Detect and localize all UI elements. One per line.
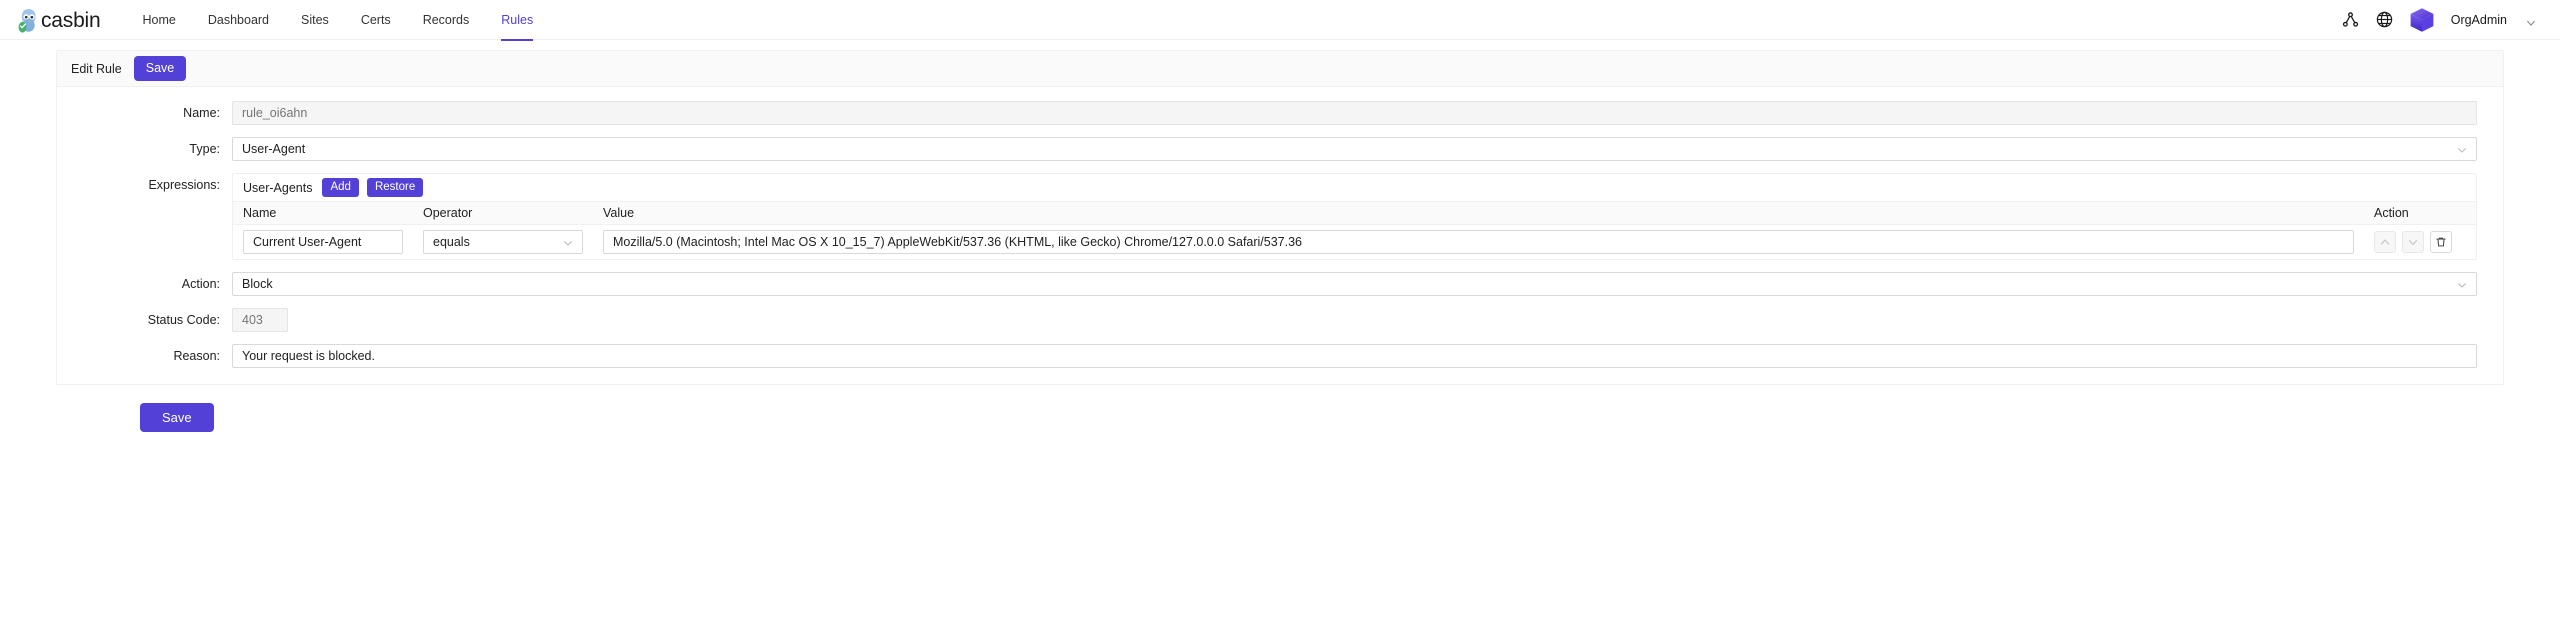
form-row-type: Type: User-Agent (57, 137, 2503, 161)
name-input[interactable] (232, 101, 2477, 125)
nav-item-dashboard[interactable]: Dashboard (192, 0, 285, 40)
brand-logo-link[interactable]: casbin (14, 0, 101, 40)
cell-action (2364, 224, 2476, 259)
card-body: Name: Type: User-Agent (57, 87, 2503, 384)
status-code-label: Status Code: (57, 308, 232, 332)
nav-item-home[interactable]: Home (127, 0, 192, 40)
expression-operator-select[interactable]: equals (423, 230, 583, 254)
add-expression-button[interactable]: Add (322, 178, 358, 198)
delete-trash-icon[interactable] (2430, 231, 2452, 253)
expression-value-input[interactable] (603, 230, 2354, 254)
chevron-down-icon (563, 237, 573, 247)
nav-item-certs[interactable]: Certs (345, 0, 407, 40)
expressions-table: Name Operator Value Action (233, 202, 2476, 259)
save-button-top[interactable]: Save (134, 56, 187, 81)
reason-input[interactable] (232, 344, 2477, 368)
form-row-action: Action: Block (57, 272, 2503, 296)
reason-label: Reason: (57, 344, 232, 368)
nav-item-rules[interactable]: Rules (485, 0, 549, 40)
card-header: Edit Rule Save (57, 51, 2503, 87)
status-code-input[interactable] (232, 308, 288, 332)
page-content: Edit Rule Save Name: Type: User-Agent (0, 40, 2560, 432)
move-down-icon[interactable] (2402, 231, 2424, 253)
action-select-value: Block (242, 277, 273, 291)
table-row: equals (233, 224, 2476, 259)
type-select-value: User-Agent (242, 142, 305, 156)
table-header-row: Name Operator Value Action (233, 202, 2476, 224)
form-row-expressions: Expressions: User-Agents Add Restore Nam… (57, 173, 2503, 260)
page-title: Edit Rule (71, 62, 122, 76)
column-header-operator: Operator (413, 202, 593, 224)
column-header-action: Action (2364, 202, 2476, 224)
expressions-panel-header: User-Agents Add Restore (233, 174, 2476, 202)
row-action-group (2374, 231, 2466, 253)
form-row-reason: Reason: (57, 344, 2503, 368)
move-up-icon[interactable] (2374, 231, 2396, 253)
restore-expressions-button[interactable]: Restore (367, 178, 423, 198)
brand-name: casbin (41, 10, 101, 31)
cell-value (593, 224, 2364, 259)
footer-actions: Save (0, 385, 2560, 432)
cell-name (233, 224, 413, 259)
casbin-owl-logo-icon (14, 7, 40, 33)
expression-name-input[interactable] (243, 230, 403, 254)
share-network-icon[interactable] (2341, 10, 2361, 30)
chevron-down-icon (2457, 144, 2467, 154)
expressions-label: Expressions: (57, 173, 232, 197)
expressions-panel-title: User-Agents (243, 181, 312, 195)
type-select[interactable]: User-Agent (232, 137, 2477, 161)
org-account-name[interactable]: OrgAdmin (2451, 13, 2507, 27)
header-actions: OrgAdmin (2341, 7, 2536, 33)
expressions-panel: User-Agents Add Restore Name Operator Va… (232, 173, 2477, 260)
action-select[interactable]: Block (232, 272, 2477, 296)
cell-operator: equals (413, 224, 593, 259)
expression-operator-value: equals (433, 235, 470, 249)
app-header: casbin Home Dashboard Sites Certs Record… (0, 0, 2560, 40)
edit-rule-card: Edit Rule Save Name: Type: User-Agent (56, 50, 2504, 385)
nav-item-records[interactable]: Records (407, 0, 486, 40)
column-header-name: Name (233, 202, 413, 224)
nav-item-sites[interactable]: Sites (285, 0, 345, 40)
form-row-name: Name: (57, 101, 2503, 125)
save-button-bottom[interactable]: Save (140, 403, 214, 432)
column-header-value: Value (593, 202, 2364, 224)
chevron-down-icon[interactable] (2526, 15, 2536, 25)
form-row-status-code: Status Code: (57, 308, 2503, 332)
type-label: Type: (57, 137, 232, 161)
name-label: Name: (57, 101, 232, 125)
cube-avatar-icon[interactable] (2409, 7, 2435, 33)
main-nav: Home Dashboard Sites Certs Records Rules (127, 0, 550, 40)
chevron-down-icon (2457, 279, 2467, 289)
action-label: Action: (57, 272, 232, 296)
globe-language-icon[interactable] (2375, 10, 2395, 30)
